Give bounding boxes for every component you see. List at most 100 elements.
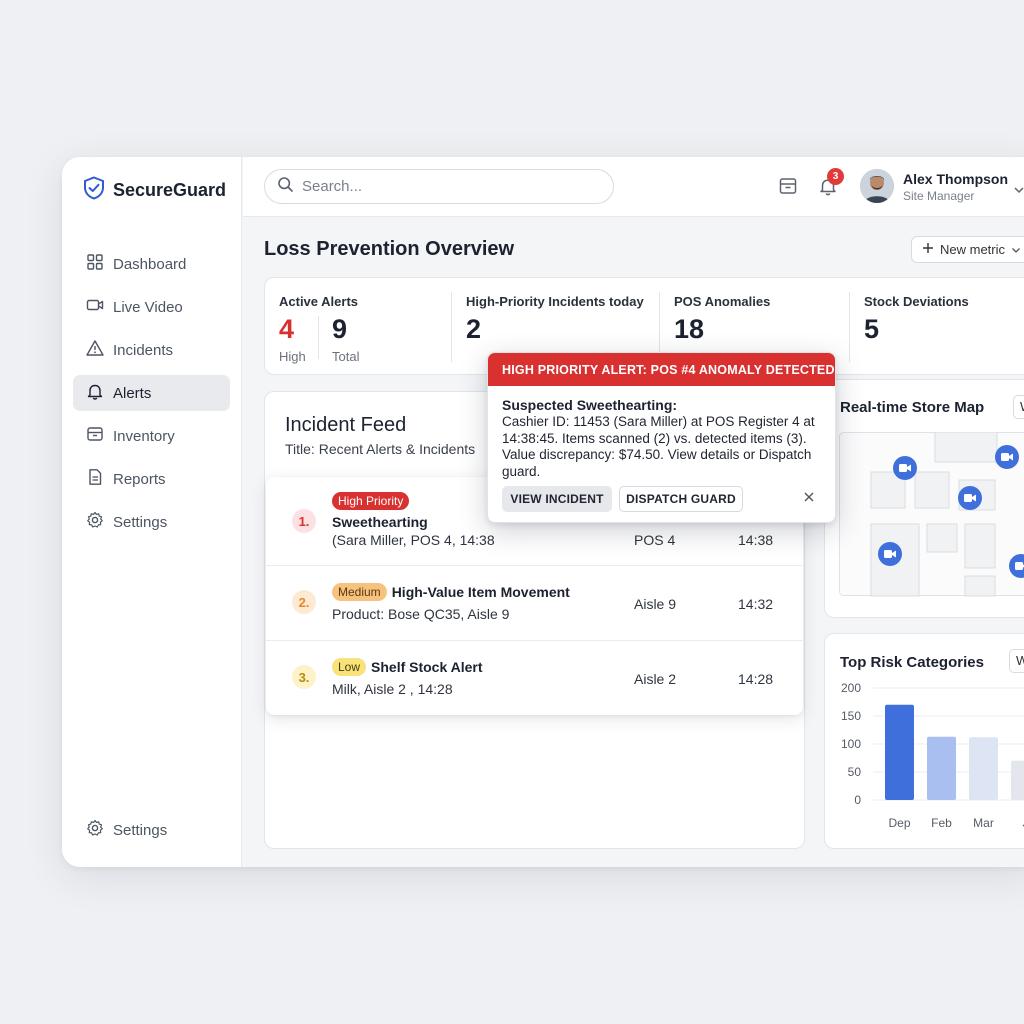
stat-high-label: High	[279, 349, 306, 364]
x-tick-label: Dep	[888, 816, 910, 830]
sidebar-item-incidents[interactable]: Incidents	[73, 332, 230, 368]
sidebar-item-label: Settings	[113, 513, 168, 531]
y-tick-label: 150	[841, 709, 861, 723]
row-time: 14:38	[738, 532, 774, 548]
gear-icon	[86, 819, 104, 841]
chevron-down-icon[interactable]	[1013, 181, 1024, 199]
dispatch-guard-button[interactable]: DISPATCH GUARD	[619, 486, 743, 512]
y-tick-label: 200	[841, 681, 861, 695]
sidebar-item-label: Alerts	[113, 384, 152, 402]
stat-value: 5	[864, 314, 880, 344]
row-time: 14:32	[738, 596, 774, 612]
sidebar-item-label: Inventory	[113, 427, 175, 445]
brand-name: SecureGuard	[113, 180, 227, 200]
row-number: 3.	[292, 665, 316, 689]
search-box[interactable]	[264, 169, 614, 204]
shield-icon	[83, 176, 105, 205]
sidebar-item-reports[interactable]: Reports	[73, 461, 230, 497]
new-metric-button[interactable]: New metric	[911, 236, 1024, 263]
close-icon[interactable]	[802, 490, 816, 509]
stat-value: 18	[674, 314, 705, 344]
x-tick-label: Mar	[973, 816, 994, 830]
video-icon	[86, 296, 104, 318]
plus-icon	[922, 242, 934, 257]
sidebar-item-label: Incidents	[113, 341, 174, 359]
sidebar-item-alerts[interactable]: Alerts	[73, 375, 230, 411]
stat-total-label: Total	[332, 349, 360, 364]
sidebar: SecureGuard Dashboard Live Video Inciden…	[62, 157, 242, 867]
sidebar-item-live-video[interactable]: Live Video	[73, 289, 230, 325]
priority-badge: Low	[332, 658, 367, 676]
row-number: 1.	[292, 509, 316, 533]
view-incident-button[interactable]: VIEW INCIDENT	[502, 486, 612, 512]
risk-bar-chart: 050100150200DepFebMarJ	[841, 681, 1024, 830]
stat-value: 2	[466, 314, 482, 344]
bar[interactable]	[885, 704, 914, 800]
feed-subtitle: Title: Recent Alerts & Incidents	[285, 441, 476, 457]
row-title: High-Value Item Movement	[391, 584, 570, 600]
inbox-icon[interactable]	[778, 176, 798, 201]
list-item[interactable]: 2. Medium High-Value Item Movement Produ…	[266, 566, 803, 640]
stat-label: POS Anomalies	[674, 294, 771, 309]
camera-marker-icon[interactable]	[893, 456, 917, 480]
risk-title: Top Risk Categories	[840, 654, 984, 671]
sidebar-bottom-settings[interactable]: Settings	[73, 812, 230, 848]
camera-marker-icon[interactable]	[958, 486, 982, 510]
store-map[interactable]	[839, 432, 1024, 598]
stat-stock-deviations[interactable]: Stock Deviations 5	[864, 278, 1024, 376]
alert-popup: HIGH PRIORITY ALERT: POS #4 ANOMALY DETE…	[487, 352, 836, 523]
page-title: Loss Prevention Overview	[264, 238, 515, 260]
new-metric-label: New metric	[940, 242, 1006, 257]
brand-logo[interactable]: SecureGuard	[83, 176, 226, 205]
notification-count-badge: 3	[827, 168, 844, 185]
alert-header: HIGH PRIORITY ALERT: POS #4 ANOMALY DETE…	[488, 353, 835, 386]
search-input[interactable]	[302, 178, 592, 195]
user-name: Alex Thompson	[903, 171, 1009, 187]
y-tick-label: 50	[848, 765, 862, 779]
row-title: Sweethearting	[332, 514, 428, 530]
sidebar-item-label: Dashboard	[113, 255, 187, 273]
stat-active-alerts[interactable]: Active Alerts 4 High 9 Total	[279, 278, 449, 376]
bar[interactable]	[927, 736, 956, 800]
sidebar-item-settings[interactable]: Settings	[73, 504, 230, 540]
row-location: POS 4	[634, 532, 676, 548]
stat-divider	[849, 292, 850, 362]
stat-label: Active Alerts	[279, 294, 358, 309]
row-number: 2.	[292, 590, 316, 614]
bell-icon	[86, 382, 104, 404]
app-window: SecureGuard Dashboard Live Video Inciden…	[62, 157, 1024, 867]
feed-title: Incident Feed	[285, 414, 407, 436]
risk-filter-select[interactable]: W	[1009, 649, 1024, 673]
priority-badge: High Priority	[332, 492, 410, 510]
stat-divider	[451, 292, 452, 362]
alert-title: Suspected Sweethearting:	[502, 397, 678, 413]
stat-total-value: 9	[332, 314, 348, 344]
store-map-panel: Real-time Store Map W	[824, 379, 1024, 618]
sidebar-item-inventory[interactable]: Inventory	[73, 418, 230, 454]
list-item[interactable]: 3. Low Shelf Stock Alert Milk, Aisle 2 ,…	[266, 641, 803, 715]
bar[interactable]	[969, 737, 998, 800]
y-tick-label: 0	[854, 793, 861, 807]
top-bar: 3 Alex Thompson Site Manager	[243, 157, 1024, 217]
avatar[interactable]	[860, 169, 894, 203]
row-time: 14:28	[738, 671, 774, 687]
stat-high-value: 4	[279, 314, 295, 344]
camera-marker-icon[interactable]	[995, 445, 1019, 469]
priority-badge: Medium	[332, 583, 387, 601]
alert-body: Cashier ID: 11453 (Sara Miller) at POS R…	[502, 414, 815, 479]
map-filter-select[interactable]: W	[1013, 395, 1024, 419]
stat-label: Stock Deviations	[864, 294, 969, 309]
search-icon	[277, 176, 294, 198]
chevron-down-icon	[1011, 242, 1021, 257]
row-location: Aisle 9	[634, 596, 677, 612]
sidebar-item-label: Live Video	[113, 298, 183, 316]
user-role: Site Manager	[903, 189, 975, 203]
x-tick-label: Feb	[931, 816, 952, 830]
map-title: Real-time Store Map	[840, 399, 985, 416]
row-location: Aisle 2	[634, 671, 677, 687]
camera-marker-icon[interactable]	[878, 542, 902, 566]
bar[interactable]	[1011, 760, 1024, 800]
grid-icon	[86, 253, 104, 275]
sidebar-item-dashboard[interactable]: Dashboard	[73, 246, 230, 282]
sidebar-item-label: Reports	[113, 470, 166, 488]
